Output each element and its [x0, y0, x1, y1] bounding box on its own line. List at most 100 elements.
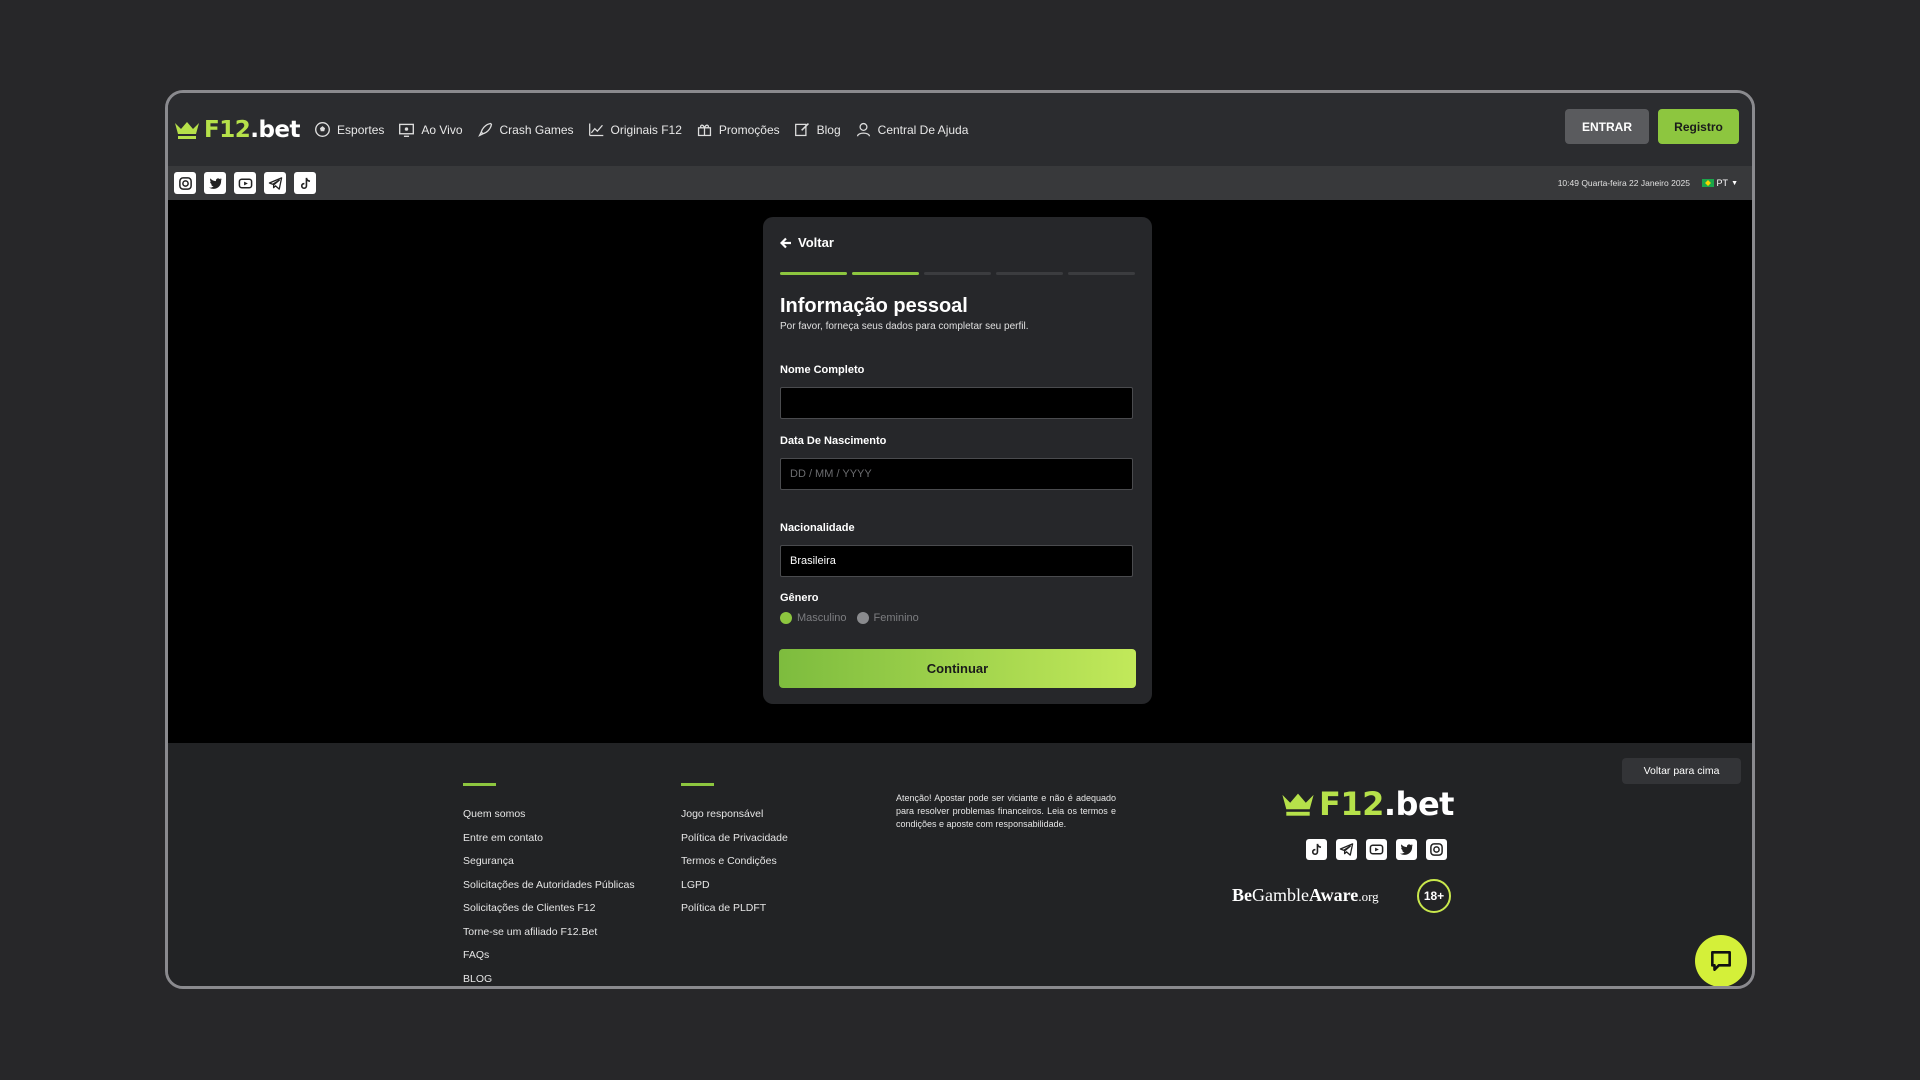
gender-option-feminino[interactable]: Feminino — [856, 612, 919, 624]
arrow-left-icon — [780, 237, 791, 248]
form-title: Informação pessoal — [780, 295, 968, 317]
footer-link[interactable]: Entre em contato — [463, 832, 635, 856]
footer-link[interactable]: Quem somos — [463, 808, 635, 832]
continue-button[interactable]: Continuar — [779, 649, 1136, 688]
progress-step — [780, 272, 847, 275]
footer-logo: F12.bet — [1281, 785, 1454, 823]
back-to-top-button[interactable]: Voltar para cima — [1622, 758, 1741, 784]
nav-label: Originais F12 — [610, 122, 682, 137]
brazil-flag-icon — [1701, 179, 1714, 187]
footer-social-links — [1306, 839, 1447, 860]
language-code: PT — [1716, 178, 1729, 188]
telegram-icon[interactable] — [1336, 839, 1357, 860]
footer-column-company: Quem somos Entre em contato Segurança So… — [463, 783, 635, 987]
twitter-icon[interactable] — [1396, 839, 1417, 860]
gambling-warning: Atenção! Apostar pode ser viciante e não… — [896, 793, 1116, 829]
begambleaware-logo[interactable]: BeGambleAware.org — [1232, 885, 1379, 906]
nav-originais-f12[interactable]: Originais F12 — [588, 121, 682, 138]
chat-icon — [1711, 951, 1731, 971]
caret-down-icon: ▼ — [1731, 179, 1738, 187]
footer-link[interactable]: LGPD — [681, 879, 788, 903]
live-tv-icon — [399, 123, 415, 137]
logo-main-text: F12 — [1319, 785, 1384, 823]
gender-option-masculino[interactable]: Masculino — [780, 612, 847, 624]
top-navbar: F12.bet Esportes Ao Vivo Crash Games Ori… — [168, 93, 1752, 166]
radio-label: Feminino — [873, 612, 919, 624]
brand-logo[interactable]: F12.bet — [174, 115, 301, 145]
crown-icon — [175, 121, 199, 139]
back-link[interactable]: Voltar — [780, 235, 834, 250]
nav-esportes[interactable]: Esportes — [314, 121, 384, 138]
nav-label: Crash Games — [499, 122, 574, 137]
nationality-field[interactable] — [780, 545, 1133, 577]
instagram-icon[interactable] — [1426, 839, 1447, 860]
progress-step — [852, 272, 919, 275]
footer: Quem somos Entre em contato Segurança So… — [168, 743, 1752, 987]
logo-suffix-text: .bet — [1383, 785, 1455, 823]
tiktok-icon[interactable] — [294, 172, 316, 194]
full-name-label: Nome Completo — [780, 364, 865, 376]
telegram-icon[interactable] — [264, 172, 286, 194]
radio-label: Masculino — [797, 612, 847, 624]
age-restriction-badge: 18+ — [1417, 879, 1451, 913]
footer-link[interactable]: Jogo responsável — [681, 808, 788, 832]
progress-step — [924, 272, 991, 275]
footer-link[interactable]: FAQs — [463, 949, 635, 973]
progress-steps — [780, 272, 1135, 275]
rocket-icon — [477, 122, 492, 137]
youtube-icon[interactable] — [234, 172, 256, 194]
footer-accent-bar — [463, 783, 496, 786]
gender-radio-group: Masculino Feminino — [780, 612, 919, 624]
social-links — [174, 172, 316, 194]
register-button[interactable]: Registro — [1658, 109, 1739, 144]
instagram-icon[interactable] — [174, 172, 196, 194]
chat-button[interactable] — [1695, 935, 1747, 986]
footer-link[interactable]: Política de PLDFT — [681, 902, 788, 926]
footer-link[interactable]: Torne-se um afiliado F12.Bet — [463, 926, 635, 950]
gamble-gamble-text: Gamble — [1252, 885, 1309, 905]
footer-column-legal: Jogo responsável Política de Privacidade… — [681, 783, 788, 926]
gamble-aware-text: Aware — [1308, 885, 1359, 905]
youtube-icon[interactable] — [1366, 839, 1387, 860]
radio-unselected[interactable] — [856, 612, 869, 624]
soccer-ball-icon — [315, 122, 330, 137]
nav-ao-vivo[interactable]: Ao Vivo — [398, 121, 463, 138]
nav-label: Central De Ajuda — [877, 122, 969, 137]
twitter-icon[interactable] — [204, 172, 226, 194]
nav-promocoes[interactable]: Promoções — [696, 121, 780, 138]
footer-link[interactable]: Solicitações de Clientes F12 — [463, 902, 635, 926]
main-content: Voltar Informação pessoal Por favor, for… — [168, 200, 1752, 743]
nav-central-de-ajuda[interactable]: Central De Ajuda — [855, 121, 969, 138]
main-nav: Esportes Ao Vivo Crash Games Originais F… — [314, 121, 982, 138]
full-name-field[interactable] — [780, 387, 1133, 419]
sub-bar: 10:49 Quarta-feira 22 Janeiro 2025 PT ▼ — [168, 166, 1752, 200]
login-button[interactable]: ENTRAR — [1565, 109, 1649, 144]
support-agent-icon — [856, 122, 870, 137]
footer-link[interactable]: Segurança — [463, 855, 635, 879]
browser-frame: F12.bet Esportes Ao Vivo Crash Games Ori… — [165, 90, 1755, 989]
chart-icon — [588, 123, 603, 137]
form-subtitle: Por favor, forneça seus dados para compl… — [780, 321, 1029, 332]
nationality-label: Nacionalidade — [780, 522, 855, 534]
nav-crash-games[interactable]: Crash Games — [477, 121, 574, 138]
footer-link[interactable]: BLOG — [463, 973, 635, 987]
gender-label: Gênero — [780, 592, 819, 604]
datetime-display: 10:49 Quarta-feira 22 Janeiro 2025 — [1557, 178, 1690, 188]
footer-link[interactable]: Termos e Condições — [681, 855, 788, 879]
tiktok-icon[interactable] — [1306, 839, 1327, 860]
radio-selected[interactable] — [780, 612, 792, 624]
logo-suffix-text: .bet — [250, 116, 301, 143]
nav-blog[interactable]: Blog — [794, 121, 841, 138]
nav-label: Ao Vivo — [421, 122, 463, 137]
nav-label: Esportes — [337, 122, 385, 137]
language-selector[interactable]: PT ▼ — [1701, 178, 1738, 188]
nav-label: Promoções — [718, 122, 780, 137]
birth-date-field[interactable] — [780, 458, 1133, 490]
gamble-org-text: .org — [1358, 889, 1379, 904]
nav-label: Blog — [816, 122, 841, 137]
footer-link[interactable]: Solicitações de Autoridades Públicas — [463, 879, 635, 903]
footer-link[interactable]: Política de Privacidade — [681, 832, 788, 856]
registration-card: Voltar Informação pessoal Por favor, for… — [763, 217, 1152, 704]
gamble-be-text: Be — [1232, 885, 1252, 905]
progress-step — [1068, 272, 1135, 275]
